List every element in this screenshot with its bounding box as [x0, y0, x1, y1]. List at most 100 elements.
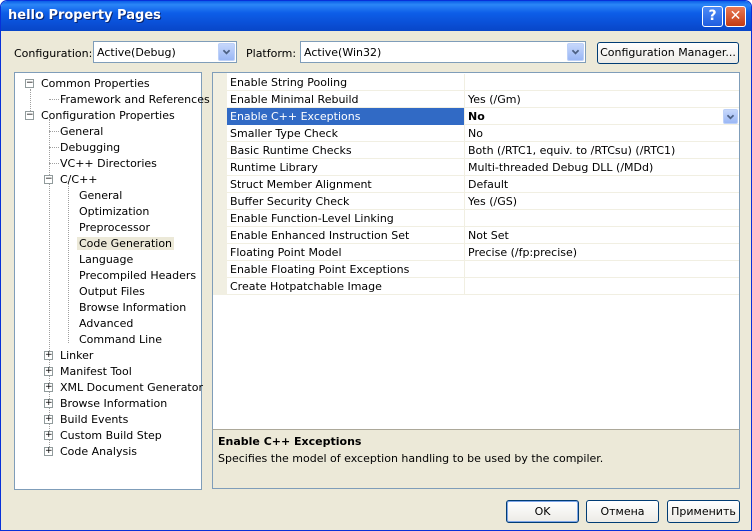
configuration-label: Configuration: — [14, 47, 93, 60]
tree-item-configuration-properties[interactable]: − Configuration Properties — [15, 107, 201, 123]
tree-item-label: Custom Build Step — [60, 429, 162, 442]
property-row-enable-string-pooling[interactable]: Enable String Pooling — [227, 74, 739, 91]
property-value: Both (/RTC1, equiv. to /RTCsu) (/RTC1) — [468, 144, 676, 157]
property-row-function-level-linking[interactable]: Enable Function-Level Linking — [227, 210, 739, 227]
property-grid[interactable]: Enable String Pooling Enable Minimal Reb… — [212, 72, 740, 489]
expand-icon[interactable]: + — [44, 415, 53, 424]
chevron-down-icon[interactable] — [218, 43, 235, 61]
tree-item-vc-directories[interactable]: VC++ Directories — [15, 155, 201, 171]
tree-item-cpp-general[interactable]: General — [15, 187, 201, 203]
tree-item-preprocessor[interactable]: Preprocessor — [15, 219, 201, 235]
column-separator — [464, 74, 465, 91]
tree-item-framework-references[interactable]: Framework and References — [15, 91, 210, 107]
property-name: Floating Point Model — [230, 246, 342, 259]
platform-label: Platform: — [246, 47, 297, 60]
tree-item-label: Precompiled Headers — [79, 269, 197, 282]
chevron-down-icon[interactable] — [723, 109, 738, 124]
tree-item-label: VC++ Directories — [60, 157, 157, 170]
property-row-enhanced-instruction-set[interactable]: Enable Enhanced Instruction Set Not Set — [227, 227, 739, 244]
tree-item-common-properties[interactable]: − Common Properties — [15, 75, 201, 91]
column-separator — [464, 125, 465, 142]
tree-item-label: Command Line — [79, 333, 162, 346]
cancel-button[interactable]: Отмена — [586, 500, 659, 523]
tree-item-cpp-browse-information[interactable]: Browse Information — [15, 299, 201, 315]
tree-item-label: Code Analysis — [60, 445, 137, 458]
tree-item-label: Output Files — [79, 285, 145, 298]
tree-item-label: Build Events — [60, 413, 129, 426]
property-row-struct-member-alignment[interactable]: Struct Member Alignment Default — [227, 176, 739, 193]
property-row-enable-minimal-rebuild[interactable]: Enable Minimal Rebuild Yes (/Gm) — [227, 91, 739, 108]
property-row-hotpatchable-image[interactable]: Create Hotpatchable Image — [227, 278, 739, 295]
ok-button[interactable]: OK — [506, 500, 579, 523]
property-name: Runtime Library — [230, 161, 318, 174]
property-row-runtime-library[interactable]: Runtime Library Multi-threaded Debug DLL… — [227, 159, 739, 176]
property-value: Yes (/Gm) — [468, 93, 521, 106]
tree-item-command-line[interactable]: Command Line — [15, 331, 201, 347]
tree-item-language[interactable]: Language — [15, 251, 201, 267]
property-name: Enable Minimal Rebuild — [230, 93, 359, 106]
tree-item-custom-build-step[interactable]: + Custom Build Step — [15, 427, 201, 443]
apply-button[interactable]: Применить — [667, 500, 740, 523]
tree-item-output-files[interactable]: Output Files — [15, 283, 201, 299]
property-value-dropdown[interactable]: No — [468, 110, 485, 123]
tree-item-build-events[interactable]: + Build Events — [15, 411, 201, 427]
tree-item-xml-document-generator[interactable]: + XML Document Generator — [15, 379, 203, 395]
configuration-manager-button[interactable]: Configuration Manager... — [597, 42, 739, 64]
expand-icon[interactable]: + — [44, 431, 53, 440]
title-bar[interactable]: hello Property Pages ? ✕ — [1, 1, 751, 31]
tree-item-label: Configuration Properties — [41, 109, 175, 122]
help-button[interactable]: ? — [702, 6, 723, 27]
column-separator — [464, 159, 465, 176]
property-name: Enable C++ Exceptions — [230, 110, 361, 123]
collapse-icon[interactable]: − — [44, 175, 53, 184]
column-separator — [464, 261, 465, 278]
configuration-value: Active(Debug) — [97, 46, 176, 59]
description-title: Enable C++ Exceptions — [218, 435, 362, 448]
expand-icon[interactable]: + — [44, 367, 53, 376]
property-name: Smaller Type Check — [230, 127, 338, 140]
column-separator — [464, 193, 465, 210]
expand-icon[interactable]: + — [44, 351, 53, 360]
column-separator — [464, 142, 465, 159]
tree-item-label: Debugging — [60, 141, 121, 154]
expand-icon[interactable]: + — [44, 383, 53, 392]
property-row-smaller-type-check[interactable]: Smaller Type Check No — [227, 125, 739, 142]
tree-item-advanced[interactable]: Advanced — [15, 315, 201, 331]
tree-item-browse-information[interactable]: + Browse Information — [15, 395, 201, 411]
property-value: Multi-threaded Debug DLL (/MDd) — [468, 161, 654, 174]
collapse-icon[interactable]: − — [25, 79, 34, 88]
tree-item-cpp[interactable]: − C/C++ — [15, 171, 201, 187]
expand-icon[interactable]: + — [44, 399, 53, 408]
column-separator — [464, 278, 465, 295]
property-row-enable-cpp-exceptions[interactable]: Enable C++ Exceptions No — [227, 108, 739, 125]
tree-item-optimization[interactable]: Optimization — [15, 203, 201, 219]
tree-item-general[interactable]: General — [15, 123, 201, 139]
property-value: No — [468, 127, 483, 140]
tree-item-debugging[interactable]: Debugging — [15, 139, 201, 155]
column-separator — [464, 244, 465, 261]
tree-item-label: Manifest Tool — [60, 365, 132, 378]
category-tree[interactable]: − Common Properties Framework and Refere… — [14, 72, 210, 490]
tree-item-label: Browse Information — [79, 301, 187, 314]
property-row-floating-point-exceptions[interactable]: Enable Floating Point Exceptions — [227, 261, 739, 278]
close-icon: ✕ — [729, 8, 742, 24]
property-row-floating-point-model[interactable]: Floating Point Model Precise (/fp:precis… — [227, 244, 739, 261]
chevron-down-icon[interactable] — [567, 43, 584, 61]
description-panel: Enable C++ Exceptions Specifies the mode… — [212, 429, 740, 489]
property-name: Create Hotpatchable Image — [230, 280, 382, 293]
property-name: Enable Floating Point Exceptions — [230, 263, 410, 276]
platform-dropdown[interactable]: Active(Win32) — [300, 41, 586, 63]
tree-item-linker[interactable]: + Linker — [15, 347, 201, 363]
tree-item-label: XML Document Generator — [60, 381, 203, 394]
close-button[interactable]: ✕ — [725, 6, 746, 27]
property-row-buffer-security-check[interactable]: Buffer Security Check Yes (/GS) — [227, 193, 739, 210]
tree-item-code-analysis[interactable]: + Code Analysis — [15, 443, 201, 459]
configuration-dropdown[interactable]: Active(Debug) — [93, 41, 237, 63]
property-row-basic-runtime-checks[interactable]: Basic Runtime Checks Both (/RTC1, equiv.… — [227, 142, 739, 159]
collapse-icon[interactable]: − — [25, 111, 34, 120]
expand-icon[interactable]: + — [44, 447, 53, 456]
property-name: Buffer Security Check — [230, 195, 350, 208]
tree-item-code-generation[interactable]: Code Generation — [15, 235, 201, 251]
tree-item-manifest-tool[interactable]: + Manifest Tool — [15, 363, 201, 379]
tree-item-precompiled-headers[interactable]: Precompiled Headers — [15, 267, 201, 283]
